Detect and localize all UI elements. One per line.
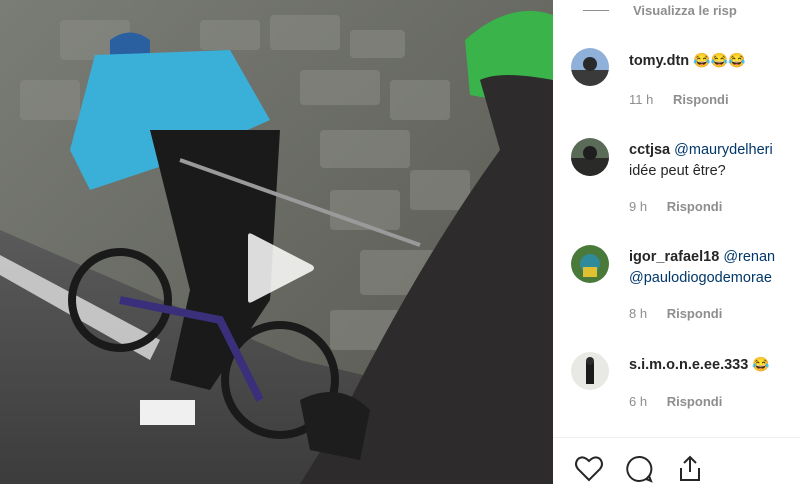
username[interactable]: cctjsa [629, 142, 670, 158]
comments-panel: Visualizza le risp tomy.dtn 😂😂😂 11 h Ris… [553, 0, 800, 484]
play-icon[interactable] [246, 232, 316, 304]
avatar[interactable] [571, 352, 609, 390]
action-bar [553, 437, 800, 485]
timestamp: 8 h [629, 306, 648, 321]
avatar[interactable] [571, 138, 609, 176]
video-player[interactable] [0, 0, 553, 484]
comment-meta: 8 h Rispondi [629, 306, 722, 321]
reply-button[interactable]: Rispondi [667, 394, 723, 409]
mention-link[interactable]: @maurydelheri [674, 142, 773, 158]
comment-text: s.i.m.o.n.e.ee.333 😂 [629, 354, 800, 376]
view-replies-button[interactable]: Visualizza le risp [583, 0, 737, 20]
comment-meta: 6 h Rispondi [629, 394, 722, 409]
share-icon[interactable] [675, 454, 705, 484]
username[interactable]: igor_rafael18 [629, 249, 719, 265]
username[interactable]: tomy.dtn [629, 53, 689, 69]
emoji: 😂 [752, 356, 770, 372]
comment-meta: 11 h Rispondi [629, 92, 729, 107]
reply-button[interactable]: Rispondi [673, 92, 729, 107]
heart-icon[interactable] [574, 454, 604, 484]
comment-text: cctjsa @maurydelheri idée peut être? [629, 140, 800, 182]
timestamp: 11 h [629, 92, 654, 107]
reply-button[interactable]: Rispondi [667, 306, 723, 321]
mention-link[interactable]: @paulodiogodemorae [629, 270, 772, 286]
mention-link[interactable]: @renan [723, 249, 775, 265]
divider [583, 10, 609, 11]
comment-text: igor_rafael18 @renan @paulodiogodemorae [629, 247, 800, 289]
comment-icon[interactable] [624, 454, 654, 484]
comment-body: idée peut être? [629, 163, 726, 179]
timestamp: 6 h [629, 394, 648, 409]
comment-text: tomy.dtn 😂😂😂 [629, 50, 800, 72]
avatar[interactable] [571, 48, 609, 86]
comment-meta: 9 h Rispondi [629, 199, 722, 214]
reply-button[interactable]: Rispondi [667, 199, 723, 214]
username[interactable]: s.i.m.o.n.e.ee.333 [629, 357, 748, 373]
timestamp: 9 h [629, 199, 648, 214]
avatar[interactable] [571, 245, 609, 283]
emoji: 😂😂😂 [693, 52, 746, 68]
